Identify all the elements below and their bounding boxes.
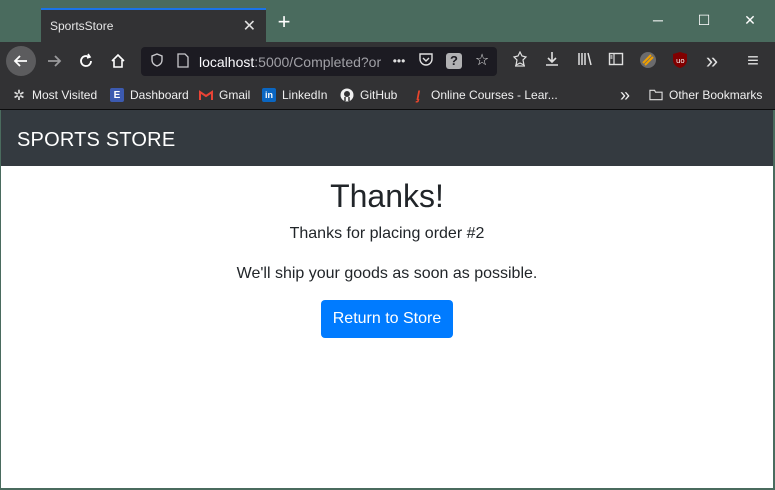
close-window-button[interactable]: ✕ [735,9,765,31]
shipping-text: We'll ship your goods as soon as possibl… [236,265,538,282]
home-icon [111,53,125,68]
browser-window: SportsStore ✕ + ─ ☐ ✕ localhost:5000/Com… [0,0,775,490]
title-bar: SportsStore ✕ + ─ ☐ ✕ [0,0,775,42]
return-to-store-button[interactable]: Return to Store [321,300,453,338]
courses-icon: ᶅ [416,87,420,103]
page-title: Thanks! [330,178,444,214]
svg-text:uo: uo [676,57,685,65]
bookmark-label: Most Visited [32,88,98,102]
bookmark-online-courses[interactable]: ᶅ Online Courses - Lear... [411,86,558,104]
linkedin-icon: in [262,88,276,102]
reading-list-icon[interactable] [510,50,530,71]
dashboard-icon: E [110,88,124,102]
download-icon[interactable] [542,51,562,71]
site-header: SPORTS STORE [1,110,773,166]
bookmark-label: Other Bookmarks [669,88,763,102]
forward-button[interactable] [40,47,68,75]
bookmark-label: GitHub [360,88,398,102]
page-actions-button[interactable]: ••• [389,53,409,69]
sidebar-icon[interactable] [606,51,626,71]
arrow-left-icon [13,55,27,67]
folder-icon [649,88,663,102]
bookmark-linkedin[interactable]: in LinkedIn [262,86,327,104]
shield-icon[interactable] [149,53,165,69]
url-host: localhost [199,54,255,70]
site-brand[interactable]: SPORTS STORE [17,129,175,152]
arrow-right-icon [48,55,62,67]
page-content: SPORTS STORE Thanks! Thanks for placing … [1,110,773,488]
minimize-button[interactable]: ─ [643,9,673,31]
bookmarks-overflow-icon[interactable]: » [620,85,630,105]
bookmark-most-visited[interactable]: ✲ Most Visited [12,86,97,104]
library-icon[interactable] [575,51,595,71]
tab-title: SportsStore [50,19,114,33]
help-icon[interactable]: ? [446,53,462,69]
bookmark-other-bookmarks[interactable]: Other Bookmarks [649,86,762,104]
url-bar[interactable]: localhost:5000/Completed?or ••• ? ☆ [141,47,497,76]
ublock-icon[interactable]: uo [670,51,690,71]
reload-icon [80,53,92,67]
gear-icon: ✲ [13,86,25,103]
url-text[interactable]: localhost:5000/Completed?or [199,54,381,70]
url-path: :5000/Completed?or [254,54,381,70]
more-tools-icon[interactable]: » [702,50,722,72]
bookmark-github[interactable]: GitHub [340,86,397,104]
pocket-icon[interactable] [418,53,434,69]
bookmark-label: Gmail [219,88,251,102]
navigation-toolbar: localhost:5000/Completed?or ••• ? ☆ uo »… [0,42,775,80]
bookmark-label: Online Courses - Lear... [431,88,558,102]
maximize-button[interactable]: ☐ [689,9,719,31]
order-confirmation-text: Thanks for placing order #2 [289,225,485,242]
home-button[interactable] [104,47,132,75]
extension-avatar-icon[interactable] [638,51,658,71]
github-icon [340,88,354,102]
bookmark-gmail[interactable]: Gmail [199,86,250,104]
gmail-icon [199,88,213,102]
new-tab-button[interactable]: + [272,10,296,34]
tab-sportsstore[interactable]: SportsStore ✕ [41,8,266,42]
back-button[interactable] [6,46,36,76]
bookmark-label: LinkedIn [282,88,328,102]
hamburger-menu-icon[interactable]: ≡ [743,51,763,71]
page-info-icon[interactable] [175,53,191,69]
bookmark-dashboard[interactable]: E Dashboard [110,86,189,104]
star-icon[interactable]: ☆ [474,53,490,69]
bookmark-label: Dashboard [130,88,189,102]
bookmarks-bar: ✲ Most Visited E Dashboard Gmail in Link… [0,80,775,110]
reload-button[interactable] [72,47,100,75]
tab-close-icon[interactable]: ✕ [243,16,256,36]
